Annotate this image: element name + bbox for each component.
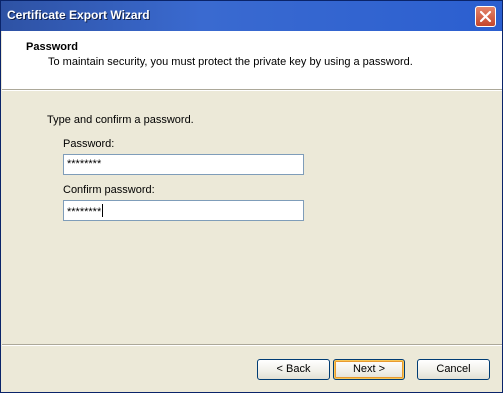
title-bar[interactable]: Certificate Export Wizard: [1, 1, 502, 31]
password-value: ********: [67, 158, 102, 170]
close-button[interactable]: [475, 6, 496, 27]
confirm-password-field[interactable]: ********: [63, 200, 304, 221]
window-title: Certificate Export Wizard: [7, 8, 150, 22]
back-button[interactable]: < Back: [257, 359, 330, 380]
page-title: Password: [26, 41, 78, 53]
text-caret: [102, 204, 104, 217]
wizard-header: Password To maintain security, you must …: [2, 31, 502, 89]
certificate-export-wizard-window: Certificate Export Wizard Password To ma…: [0, 0, 503, 393]
instruction-text: Type and confirm a password.: [47, 114, 194, 126]
page-subtitle: To maintain security, you must protect t…: [48, 56, 413, 68]
password-label: Password:: [63, 138, 115, 150]
password-field[interactable]: ********: [63, 154, 304, 175]
confirm-password-value: ********: [67, 206, 102, 218]
header-divider: [2, 89, 502, 91]
confirm-password-label: Confirm password:: [63, 184, 155, 196]
cancel-button[interactable]: Cancel: [417, 359, 490, 380]
footer-divider: [2, 344, 502, 346]
close-icon: [479, 10, 492, 23]
next-button[interactable]: Next >: [333, 359, 405, 380]
